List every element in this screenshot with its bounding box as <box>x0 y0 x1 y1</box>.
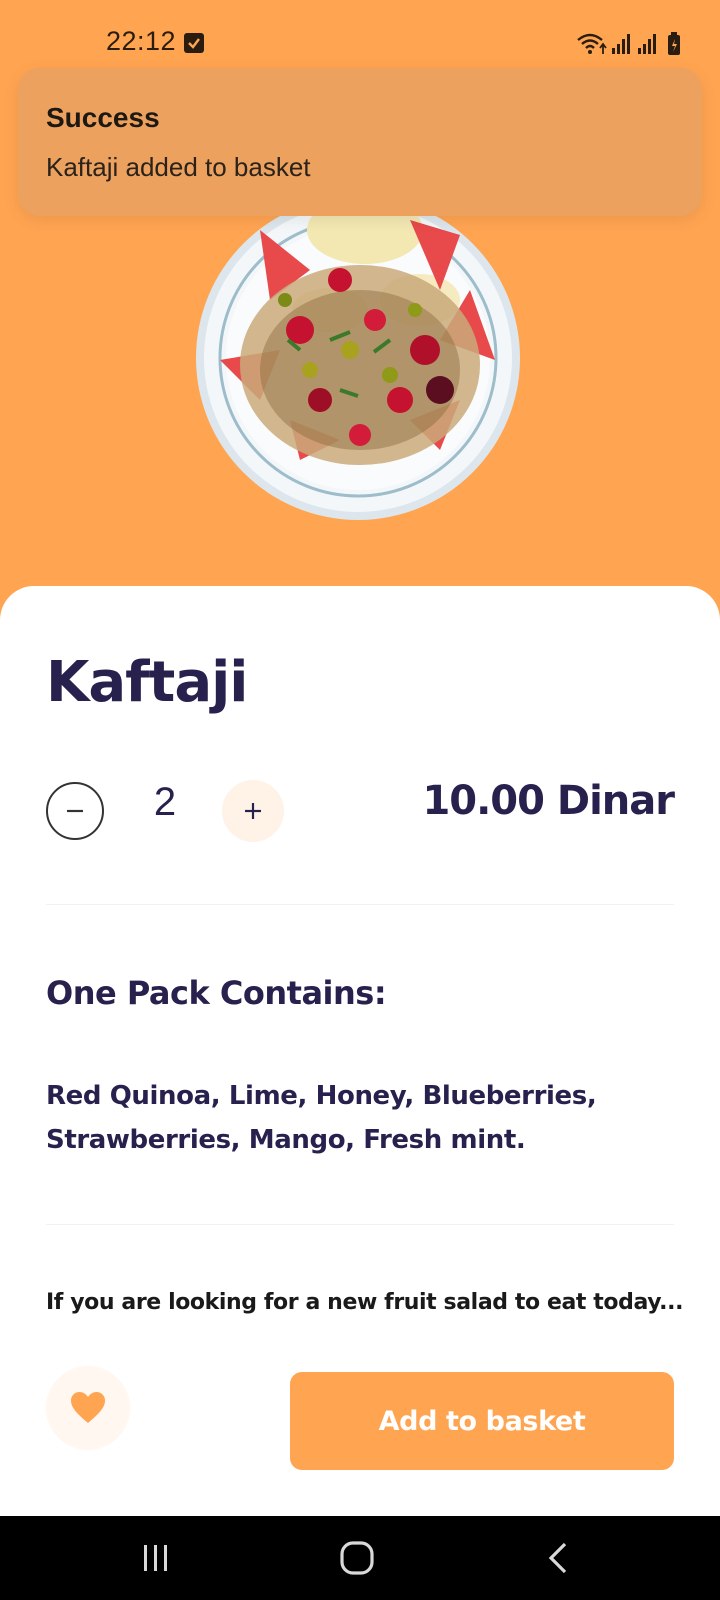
system-nav-bar <box>0 1516 720 1600</box>
product-price: 10.00 Dinar <box>422 778 675 824</box>
task-check-icon <box>184 33 204 53</box>
heart-icon <box>71 1392 105 1423</box>
product-description: If you are looking for a new fruit salad… <box>46 1290 684 1315</box>
back-button[interactable] <box>508 1516 608 1600</box>
product-details-sheet: Kaftaji 2 10.00 Dinar One Pack Contains:… <box>0 586 720 1516</box>
home-button[interactable] <box>307 1516 407 1600</box>
divider <box>46 1224 674 1225</box>
status-icons <box>576 30 684 56</box>
home-icon <box>340 1541 374 1575</box>
product-image <box>190 190 526 526</box>
add-to-basket-button[interactable]: Add to basket <box>290 1372 674 1470</box>
contents-heading: One Pack Contains: <box>46 974 387 1012</box>
recent-apps-icon <box>144 1545 167 1571</box>
product-title: Kaftaji <box>46 650 248 715</box>
success-toast[interactable]: Success Kaftaji added to basket <box>18 68 702 216</box>
recent-apps-button[interactable] <box>106 1516 206 1600</box>
status-time: 22:12 <box>106 26 177 56</box>
signal-icon <box>638 34 656 54</box>
ingredients-list: Red Quinoa, Lime, Honey, Blueberries, St… <box>46 1081 597 1155</box>
plus-icon <box>245 803 261 819</box>
minus-icon <box>67 809 83 813</box>
back-icon <box>548 1542 567 1574</box>
toast-title: Success <box>46 102 160 133</box>
signal-icon <box>612 34 630 54</box>
increase-quantity-button[interactable] <box>222 780 284 842</box>
decrease-quantity-button[interactable] <box>46 782 104 840</box>
battery-icon <box>668 32 680 55</box>
quantity-value: 2 <box>153 780 177 824</box>
divider <box>46 904 674 905</box>
favorite-button[interactable] <box>46 1366 130 1450</box>
wifi-icon <box>577 33 607 54</box>
toast-message: Kaftaji added to basket <box>46 152 311 182</box>
